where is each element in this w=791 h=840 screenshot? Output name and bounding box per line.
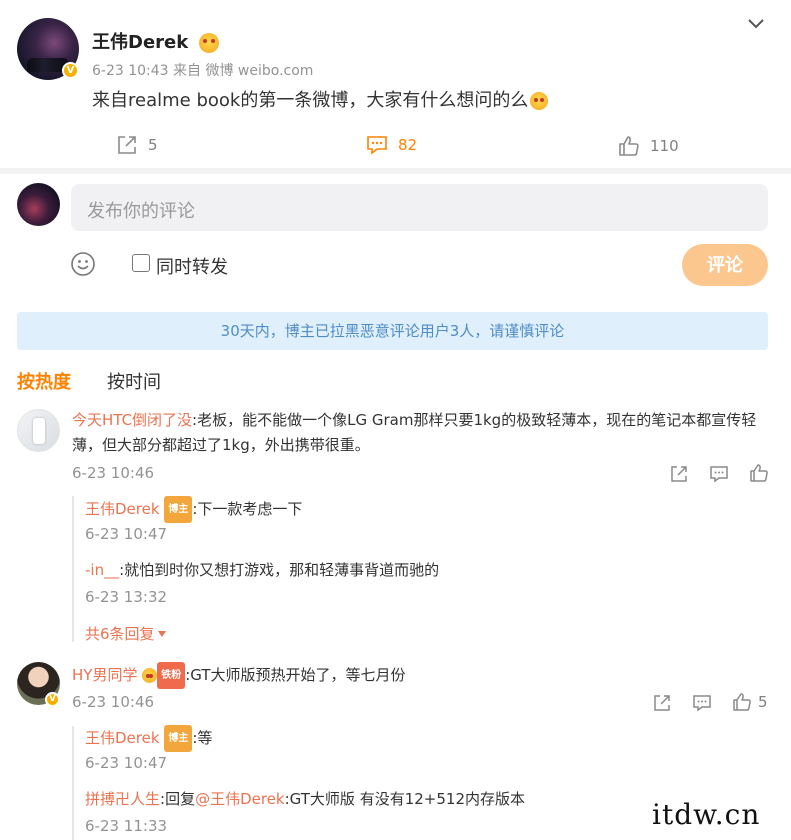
repost-checkbox-label[interactable]: 同时转发	[156, 253, 228, 279]
reply-user[interactable]: 拼搏卍人生	[85, 790, 160, 808]
comment-like-count: 5	[758, 693, 768, 711]
smile-icon[interactable]	[70, 251, 96, 277]
like-count: 110	[650, 137, 679, 155]
reply-thread-line	[72, 496, 74, 642]
like-icon[interactable]	[749, 463, 769, 483]
love-emoji-icon	[198, 33, 219, 53]
sort-by-hot-tab[interactable]: 按热度	[17, 368, 71, 394]
comment-text-continued: 薄，但大部分都超过了1kg，外出携带很重。	[72, 436, 370, 454]
post-text: 来自realme book的第一条微博，大家有什么想问的么	[92, 86, 549, 112]
reply-text: :下一款考虑一下	[192, 500, 303, 518]
comment-like-button[interactable]: 5	[732, 692, 768, 712]
more-replies-link[interactable]: 共6条回复	[85, 623, 166, 644]
verified-badge-icon: V	[62, 62, 79, 79]
commenter-avatar[interactable]	[17, 409, 60, 452]
post-meta: 6-23 10:43 来自 微博 weibo.com	[92, 63, 314, 79]
reply-text: :回复	[160, 790, 196, 808]
watermark-text: itdw.cn	[652, 798, 761, 831]
reply-text: :等	[192, 729, 213, 747]
section-divider	[0, 168, 791, 174]
chevron-down-icon[interactable]	[744, 13, 768, 35]
commenter-name[interactable]: 今天HTC倒闭了没	[72, 411, 192, 429]
share-icon[interactable]	[669, 464, 689, 484]
like-button[interactable]: 110	[618, 135, 679, 157]
reply-user[interactable]: 王伟Derek	[85, 729, 160, 747]
reply-user[interactable]: 王伟Derek	[85, 500, 160, 518]
reply-time: 6-23 13:32	[85, 588, 168, 606]
fan-tag-badge: 铁粉	[157, 662, 186, 689]
comment-input[interactable]: 发布你的评论	[71, 184, 768, 231]
repost-count: 5	[148, 136, 158, 154]
verified-badge-icon: V	[45, 692, 60, 707]
sort-by-time-tab[interactable]: 按时间	[107, 368, 161, 394]
reply-thread-line	[72, 726, 74, 840]
my-avatar[interactable]	[17, 183, 60, 226]
notice-banner: 30天内，博主已拉黑恶意评论用户3人，请谨慎评论	[17, 312, 768, 350]
reply-text: :就怕到时你又想打游戏，那和轻薄事背道而驰的	[119, 561, 440, 579]
post-text-content: 来自realme book的第一条微博，大家有什么想问的么	[92, 90, 529, 111]
reply-time: 6-23 11:33	[85, 817, 168, 835]
caret-down-icon	[157, 631, 166, 637]
reply-body: -in__:就怕到时你又想打游戏，那和轻薄事背道而驰的	[85, 558, 439, 583]
comment-body: 今天HTC倒闭了没:老板，能不能做一个像LG Gram那样只要1kg的极致轻薄本…	[72, 408, 762, 458]
like-icon	[733, 693, 751, 711]
reply-time: 6-23 10:47	[85, 525, 168, 543]
fan-emoji-icon	[142, 668, 158, 683]
more-replies-label[interactable]: 共6条回复	[85, 625, 155, 643]
repost-button[interactable]: 5	[116, 134, 158, 156]
comment-text: :老板，能不能做一个像LG Gram那样只要1kg的极致轻薄本，现在的笔记本都宣…	[192, 411, 757, 429]
comment-icon[interactable]	[692, 693, 712, 713]
like-icon	[619, 136, 639, 156]
commenter-name[interactable]: HY男同学	[72, 666, 137, 684]
mention-link[interactable]: @王伟Derek	[195, 790, 285, 808]
reply-body: 拼搏卍人生:回复@王伟Derek:GT大师版 有没有12+512内存版本	[85, 787, 525, 812]
smile-emoji-icon	[530, 92, 549, 110]
comment-button[interactable]: 82	[366, 134, 417, 156]
comment-icon[interactable]	[709, 464, 729, 484]
reply-time: 6-23 10:47	[85, 754, 168, 772]
comment-body: HY男同学 铁粉:GT大师版预热开始了，等七月份	[72, 662, 406, 689]
reply-text-continued: :GT大师版 有没有12+512内存版本	[284, 790, 525, 808]
reply-body: 王伟Derek 博主:等	[85, 725, 212, 752]
comment-time: 6-23 10:46	[72, 693, 155, 711]
comment-time: 6-23 10:46	[72, 464, 155, 482]
author-name-text[interactable]: 王伟Derek	[92, 32, 188, 53]
reply-user[interactable]: -in__	[85, 561, 119, 579]
submit-comment-button[interactable]: 评论	[682, 244, 768, 286]
author-tag-badge: 博主	[164, 496, 193, 523]
comment-icon	[367, 136, 387, 155]
repost-checkbox[interactable]	[132, 254, 150, 272]
comment-count: 82	[398, 136, 418, 154]
comment-text: :GT大师版预热开始了，等七月份	[185, 666, 406, 684]
author-tag-badge: 博主	[164, 725, 193, 752]
reply-body: 王伟Derek 博主:下一款考虑一下	[85, 496, 302, 523]
share-icon	[118, 136, 136, 154]
share-icon[interactable]	[652, 693, 672, 713]
author-name[interactable]: 王伟Derek	[92, 28, 219, 54]
